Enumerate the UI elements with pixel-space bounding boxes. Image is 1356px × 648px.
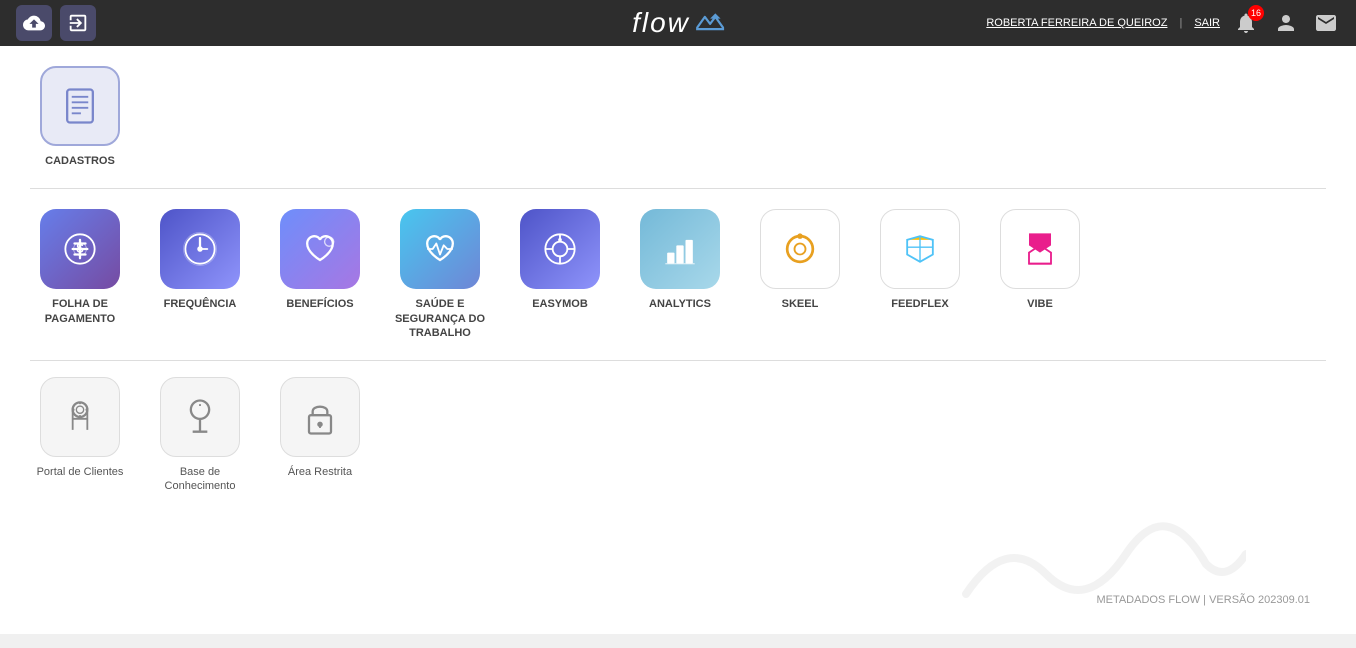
main-apps-grid: $ FOLHA DEPAGAMENTO FREQUÊNCIA bbox=[30, 209, 1326, 340]
app-item-base[interactable]: Base deConhecimento bbox=[150, 377, 250, 494]
profile-button[interactable] bbox=[1272, 9, 1300, 37]
logo-text: flow bbox=[632, 7, 690, 39]
folha-icon: $ bbox=[40, 209, 120, 289]
app-item-restrita[interactable]: Área Restrita bbox=[270, 377, 370, 479]
app-item-saude[interactable]: SAÚDE ESEGURANÇA DOTRABALHO bbox=[390, 209, 490, 340]
analytics-icon bbox=[640, 209, 720, 289]
footer-version: METADADOS FLOW | VERSÃO 202309.01 bbox=[1096, 594, 1310, 606]
skeel-label: SKEEL bbox=[782, 297, 819, 311]
section-main-apps: $ FOLHA DEPAGAMENTO FREQUÊNCIA bbox=[30, 205, 1326, 361]
app-item-beneficios[interactable]: BENEFÍCIOS bbox=[270, 209, 370, 311]
section-cadastros: CADASTROS bbox=[30, 66, 1326, 189]
easymob-icon bbox=[520, 209, 600, 289]
app-item-easymob[interactable]: EASYMOB bbox=[510, 209, 610, 311]
user-name-link[interactable]: ROBERTA FERREIRA DE QUEIROZ bbox=[986, 17, 1167, 29]
app-item-vibe[interactable]: VIBE bbox=[990, 209, 1090, 311]
header-separator: | bbox=[1179, 17, 1182, 29]
app-item-skeel[interactable]: SKEEL bbox=[750, 209, 850, 311]
base-label: Base deConhecimento bbox=[165, 465, 236, 494]
notification-badge: 16 bbox=[1248, 5, 1264, 21]
exit-button[interactable] bbox=[60, 5, 96, 41]
beneficios-icon bbox=[280, 209, 360, 289]
restrita-icon bbox=[280, 377, 360, 457]
easymob-label: EASYMOB bbox=[532, 297, 588, 311]
notifications-button[interactable]: 16 bbox=[1232, 9, 1260, 37]
restrita-label: Área Restrita bbox=[288, 465, 352, 479]
main-content: CADASTROS $ FOLHA DEPAGAMENTO bbox=[0, 46, 1356, 634]
skeel-icon bbox=[760, 209, 840, 289]
frequencia-icon bbox=[160, 209, 240, 289]
cadastros-icon bbox=[40, 66, 120, 146]
saude-icon bbox=[400, 209, 480, 289]
saude-label: SAÚDE ESEGURANÇA DOTRABALHO bbox=[395, 297, 485, 340]
header-right: ROBERTA FERREIRA DE QUEIROZ | SAIR 16 bbox=[986, 9, 1340, 37]
folha-label: FOLHA DEPAGAMENTO bbox=[45, 297, 116, 326]
cloud-upload-button[interactable] bbox=[16, 5, 52, 41]
app-item-feedflex[interactable]: FEEDFLEX bbox=[870, 209, 970, 311]
app-item-cadastros[interactable]: CADASTROS bbox=[30, 66, 130, 168]
beneficios-label: BENEFÍCIOS bbox=[286, 297, 353, 311]
base-icon bbox=[160, 377, 240, 457]
frequencia-label: FREQUÊNCIA bbox=[164, 297, 237, 311]
app-header: flow ROBERTA FERREIRA DE QUEIROZ | SAIR … bbox=[0, 0, 1356, 46]
app-item-folha[interactable]: $ FOLHA DEPAGAMENTO bbox=[30, 209, 130, 326]
svg-text:$: $ bbox=[76, 241, 83, 256]
app-item-frequencia[interactable]: FREQUÊNCIA bbox=[150, 209, 250, 311]
analytics-label: ANALYTICS bbox=[649, 297, 711, 311]
watermark-area: METADADOS FLOW | VERSÃO 202309.01 bbox=[30, 494, 1326, 614]
feedflex-label: FEEDFLEX bbox=[891, 297, 948, 311]
section-other-apps: Portal de Clientes Base deConhecimento bbox=[30, 377, 1326, 494]
app-item-portal[interactable]: Portal de Clientes bbox=[30, 377, 130, 479]
vibe-icon bbox=[1000, 209, 1080, 289]
cadastros-icon-svg bbox=[58, 84, 102, 128]
mail-button[interactable] bbox=[1312, 9, 1340, 37]
portal-label: Portal de Clientes bbox=[37, 465, 124, 479]
header-left bbox=[16, 5, 96, 41]
logo-icon bbox=[696, 13, 724, 33]
feedflex-icon bbox=[880, 209, 960, 289]
cadastros-label: CADASTROS bbox=[45, 154, 115, 168]
portal-icon bbox=[40, 377, 120, 457]
other-apps-grid: Portal de Clientes Base deConhecimento bbox=[30, 377, 1326, 494]
sair-link[interactable]: SAIR bbox=[1194, 17, 1220, 29]
app-item-analytics[interactable]: ANALYTICS bbox=[630, 209, 730, 311]
cadastros-grid: CADASTROS bbox=[30, 66, 1326, 168]
vibe-label: VIBE bbox=[1027, 297, 1053, 311]
header-logo: flow bbox=[632, 7, 724, 39]
